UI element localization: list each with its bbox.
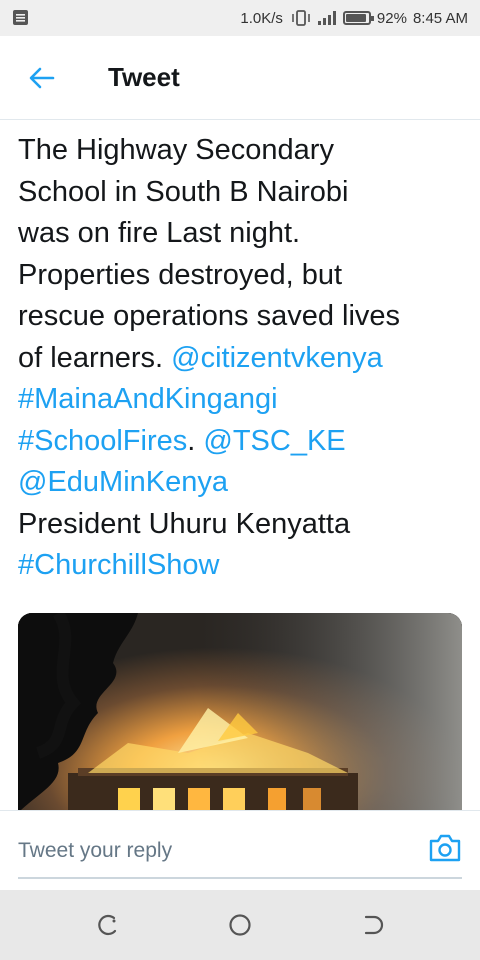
tweet-line: #SchoolFires. @TSC_KE xyxy=(18,421,468,463)
tweet-line: President Uhuru Kenyatta xyxy=(18,504,468,546)
mention-link[interactable]: @EduMinKenya xyxy=(18,466,228,498)
tweet-text-segment: The Highway Secondary xyxy=(18,134,334,166)
tweet-text-segment: rescue operations saved lives xyxy=(18,300,401,332)
battery-percent: 92% xyxy=(376,9,407,27)
mention-link[interactable]: @citizentvkenya xyxy=(171,342,383,374)
battery-icon xyxy=(342,11,374,25)
status-bar: 1.0K/s 92% 8:45 AM xyxy=(0,0,480,36)
camera-icon xyxy=(429,834,461,862)
arrow-left-icon xyxy=(29,67,55,89)
home-icon[interactable] xyxy=(227,912,253,938)
tweet-line: of learners. @citizentvkenya xyxy=(18,338,468,380)
notification-icon xyxy=(13,10,28,25)
hashtag-link[interactable]: #SchoolFires xyxy=(18,425,187,457)
mention-link[interactable]: @TSC_KE xyxy=(203,425,345,457)
tweet-text-segment: Properties destroyed, but xyxy=(18,258,343,291)
tweet-line: #ChurchillShow xyxy=(18,545,468,587)
camera-button[interactable] xyxy=(428,833,462,863)
back-button[interactable] xyxy=(22,60,62,96)
tweet-line: School in South B Nairobi xyxy=(18,172,468,214)
tweet-line: was on fire Last night. xyxy=(18,213,468,255)
hashtag-link[interactable]: #ChurchillShow xyxy=(18,549,220,581)
hashtag-link[interactable]: #MainaAndKingangi xyxy=(18,383,278,415)
tweet-line: Properties destroyed, but xyxy=(18,255,468,297)
system-nav-bar xyxy=(0,890,480,960)
reply-underline xyxy=(18,877,462,879)
network-speed: 1.0K/s xyxy=(240,9,283,27)
recents-icon[interactable] xyxy=(94,912,120,938)
tweet-text-segment: School in South B Nairobi xyxy=(18,175,349,208)
clock: 8:45 AM xyxy=(412,9,468,27)
page-title: Tweet xyxy=(108,62,180,92)
tweet-text-segment: President Uhuru Kenyatta xyxy=(18,507,351,540)
tweet-line: @EduMinKenya xyxy=(18,462,468,504)
back-icon[interactable] xyxy=(360,912,386,938)
reply-bar xyxy=(0,810,480,891)
header: Tweet xyxy=(0,36,480,120)
tweet-text-segment: of learners. xyxy=(18,341,172,374)
tweet-text-segment: . xyxy=(187,424,204,457)
tweet-line: The Highway Secondary xyxy=(18,130,468,172)
reply-input[interactable] xyxy=(18,833,408,869)
tweet-line: #MainaAndKingangi xyxy=(18,379,468,421)
tweet-text-segment: was on fire Last night. xyxy=(18,217,301,249)
signal-icon xyxy=(317,11,336,25)
tweet-line: rescue operations saved lives xyxy=(18,296,468,338)
vibrate-icon xyxy=(292,10,310,26)
tweet-text: The Highway Secondary School in South B N… xyxy=(18,130,468,587)
tweet-image[interactable] xyxy=(18,613,462,843)
